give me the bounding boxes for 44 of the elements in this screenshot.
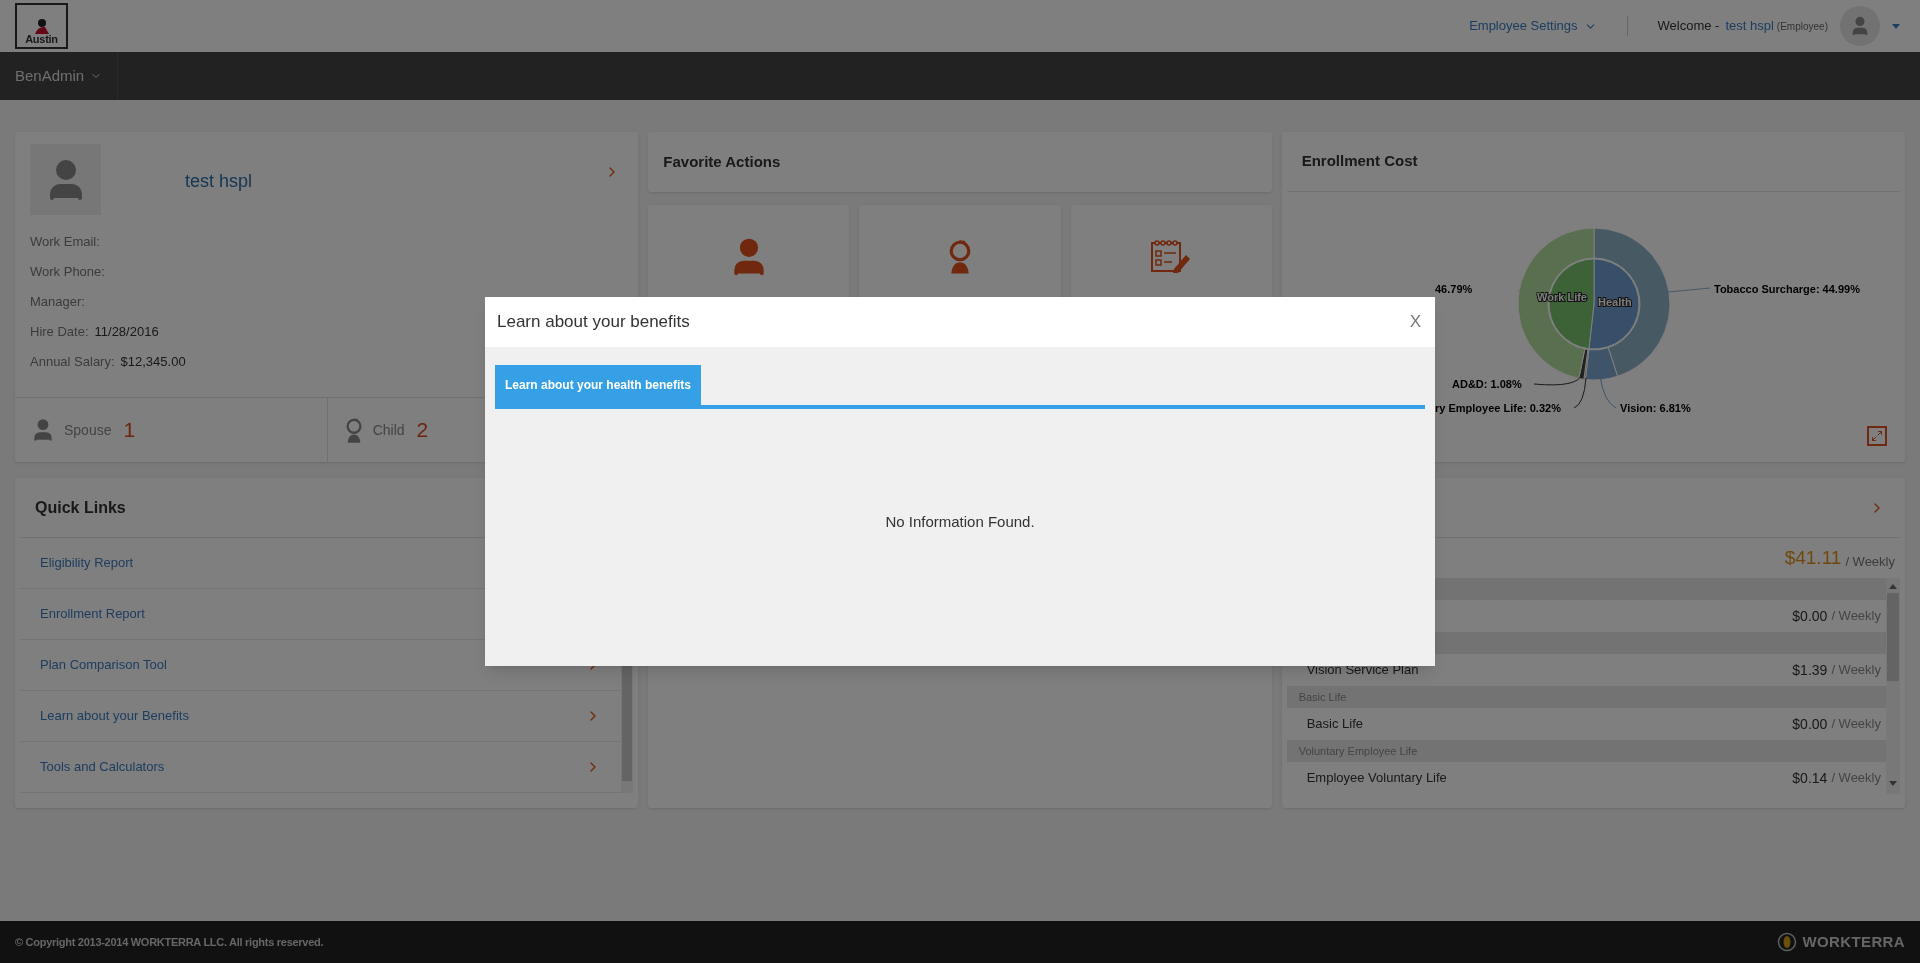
quick-link-text: Enrollment Report	[40, 605, 146, 624]
logo-text: Austin	[25, 34, 58, 45]
plan-name: Basic Life	[1306, 715, 1364, 734]
cost-period: / Weekly	[1845, 552, 1895, 571]
copyright-text: © Copyright 2013-2014 WORKTERRA LLC. All rights reserved.	[15, 934, 324, 950]
dependent-count: 1	[123, 417, 136, 444]
slice-label: Health	[1597, 296, 1632, 308]
quick-link-text: Learn about your Benefits	[40, 707, 190, 726]
data-label: Tobacco Surcharge: 44.99%	[1713, 283, 1860, 295]
plan-cost: $1.39	[1792, 660, 1828, 680]
field-value: 11/28/2016	[94, 323, 159, 342]
cost-period: / Weekly	[1831, 607, 1881, 626]
cost-period: / Weekly	[1831, 661, 1881, 680]
empty-message: No Information Found.	[885, 512, 1035, 533]
quick-link-text: Eligibility Report	[40, 554, 135, 573]
cost-period: / Weekly	[1831, 769, 1881, 788]
field-label: Work Email:	[30, 233, 100, 252]
brand-name: WORKTERRA	[1802, 931, 1905, 952]
quick-link-text: Plan Comparison Tool	[40, 656, 168, 675]
data-label: ry Employee Life: 0.32%	[1434, 402, 1561, 414]
dialog-title: Learn about your benefits	[497, 311, 690, 334]
quick-link-text: Tools and Calculators	[40, 758, 166, 777]
cost-period: / Weekly	[1831, 715, 1881, 734]
card-title: Enrollment Cost	[1301, 151, 1418, 172]
field-value: $12,345.00	[120, 353, 186, 372]
welcome-label: Welcome -	[1657, 17, 1720, 36]
field-label: Annual Salary:	[30, 353, 115, 372]
plan-cost: $0.00	[1792, 606, 1828, 626]
dependent-count: 2	[416, 417, 429, 444]
data-label: 46.79%	[1434, 283, 1472, 295]
card-title: Favorite Actions	[663, 151, 781, 172]
dependent-label: Spouse	[64, 420, 112, 440]
plan-cost: $0.00	[1792, 714, 1828, 734]
dependent-label: Child	[372, 420, 405, 440]
field-label: Hire Date:	[30, 323, 89, 342]
plan-name: Employee Voluntary Life	[1306, 769, 1447, 788]
total-cost: $41.11	[1784, 545, 1842, 570]
field-label: Work Phone:	[30, 263, 105, 282]
field-label: Manager:	[30, 293, 85, 312]
data-label: Vision: 6.81%	[1619, 402, 1691, 414]
data-label: AD&D: 1.08%	[1451, 378, 1522, 390]
user-role: (Employee)	[1776, 19, 1828, 34]
card-title: Quick Links	[35, 497, 126, 518]
plan-cost: $0.14	[1792, 768, 1828, 788]
